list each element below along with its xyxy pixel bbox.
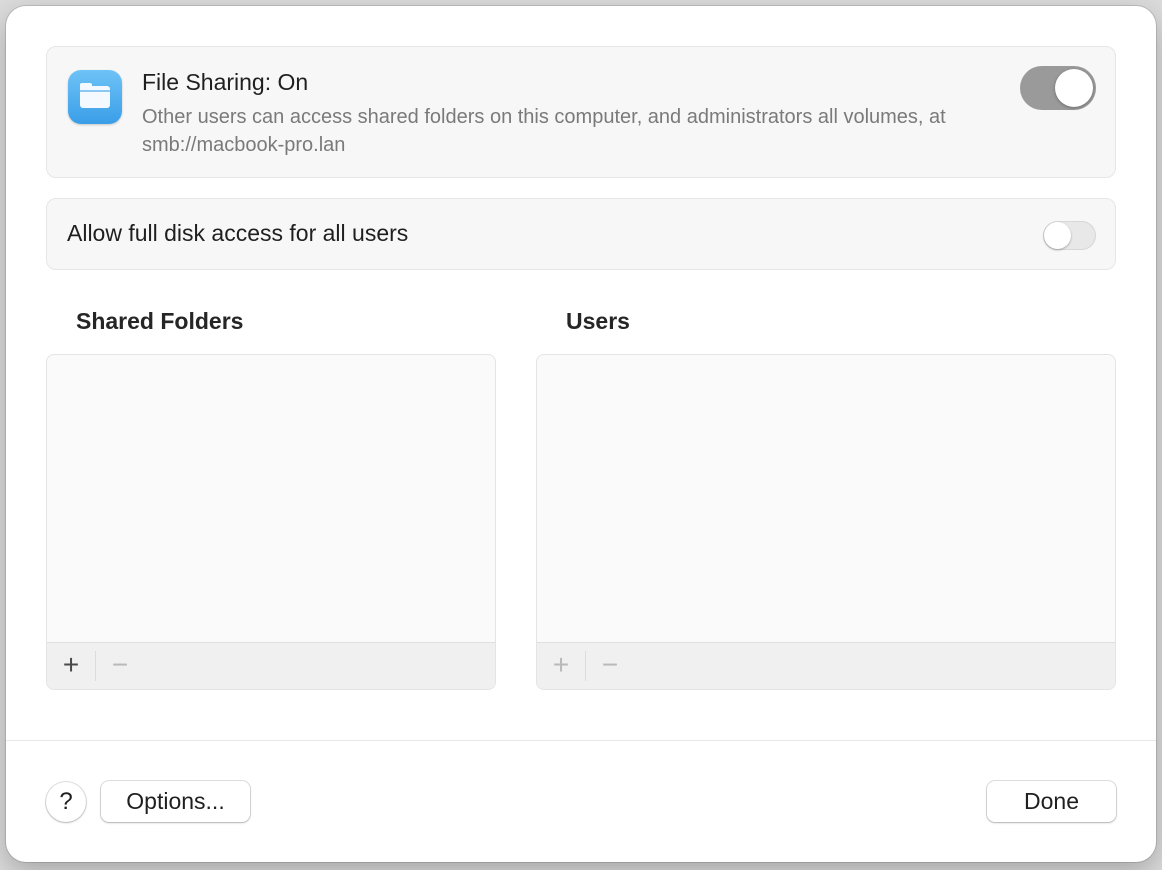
shared-folders-list[interactable]: + − — [46, 354, 496, 690]
remove-user-button[interactable]: − — [592, 649, 628, 683]
list-button-separator — [95, 651, 96, 681]
options-button[interactable]: Options... — [101, 781, 250, 822]
file-sharing-title: File Sharing: On — [142, 69, 309, 95]
toggle-knob — [1055, 69, 1093, 107]
full-disk-access-toggle[interactable] — [1043, 221, 1096, 250]
list-button-separator — [585, 651, 586, 681]
folder-icon — [68, 70, 122, 124]
shared-folders-list-footer: + − — [47, 642, 495, 689]
full-disk-access-card: Allow full disk access for all users — [46, 198, 1116, 270]
shared-folders-title: Shared Folders — [76, 308, 244, 334]
help-button[interactable]: ? — [46, 782, 86, 822]
full-disk-access-label: Allow full disk access for all users — [67, 220, 409, 246]
toggle-knob — [1044, 222, 1071, 249]
add-shared-folder-button[interactable]: + — [53, 649, 89, 683]
remove-shared-folder-button[interactable]: − — [102, 649, 138, 683]
footer-divider — [6, 740, 1156, 741]
users-title: Users — [566, 308, 630, 334]
file-sharing-toggle[interactable] — [1020, 66, 1096, 110]
file-sharing-dialog: File Sharing: On Other users can access … — [6, 6, 1156, 862]
users-list-footer: + − — [537, 642, 1115, 689]
add-user-button[interactable]: + — [543, 649, 579, 683]
done-button[interactable]: Done — [987, 781, 1116, 822]
file-sharing-description: Other users can access shared folders on… — [142, 106, 946, 156]
file-sharing-card: File Sharing: On Other users can access … — [46, 46, 1116, 178]
users-list[interactable]: + − — [536, 354, 1116, 690]
